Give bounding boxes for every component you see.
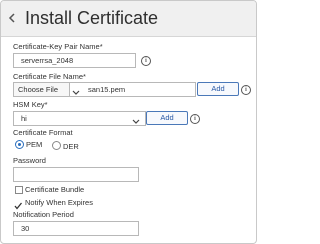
file-name-label: Certificate File Name*	[13, 72, 86, 81]
hsm-key-label: HSM Key*	[13, 100, 48, 109]
page-title: Install Certificate	[25, 8, 159, 28]
pem-label: PEM	[26, 140, 43, 149]
hsm-key-value: hi	[21, 114, 27, 123]
notify-checkmark-icon[interactable]	[14, 197, 23, 210]
hsm-info-icon[interactable]: i	[190, 114, 200, 124]
keypair-name-label: Certificate-Key Pair Name*	[13, 42, 103, 51]
pem-radio-dot	[18, 143, 21, 146]
back-chevron-icon[interactable]	[5, 11, 19, 25]
add-file-button[interactable]: Add	[197, 82, 239, 96]
add-file-label: Add	[211, 84, 225, 93]
notification-period-label: Notification Period	[13, 210, 74, 219]
password-input[interactable]	[13, 167, 139, 182]
notify-label: Notify When Expires	[25, 198, 93, 207]
choose-file-button[interactable]: Choose File	[14, 83, 70, 96]
dialog-header: Install Certificate	[1, 1, 256, 37]
der-label: DER	[63, 142, 79, 151]
password-label: Password	[13, 156, 46, 165]
hsm-chevron-down-icon	[132, 116, 140, 124]
keypair-info-icon[interactable]: i	[141, 56, 151, 66]
add-hsm-button[interactable]: Add	[146, 111, 188, 125]
notification-period-input[interactable]: 30	[13, 221, 139, 236]
pem-radio[interactable]	[15, 140, 24, 149]
keypair-name-value: serverrsa_2048	[21, 56, 74, 65]
file-info-icon[interactable]: i	[241, 85, 251, 95]
keypair-name-input[interactable]: serverrsa_2048	[13, 53, 136, 68]
install-certificate-dialog: Install Certificate Certificate-Key Pair…	[0, 0, 257, 244]
cert-format-label: Certificate Format	[13, 128, 73, 137]
file-dropdown-chevron-icon[interactable]	[72, 87, 80, 95]
cert-bundle-label: Certificate Bundle	[25, 185, 85, 194]
notification-period-value: 30	[21, 224, 30, 233]
file-name-value: san15.pem	[88, 85, 126, 94]
der-radio[interactable]	[52, 141, 61, 150]
add-hsm-label: Add	[160, 113, 174, 122]
cert-bundle-checkbox[interactable]	[15, 186, 23, 194]
choose-file-label: Choose File	[18, 85, 59, 94]
file-name-input[interactable]: Choose File san15.pem	[13, 82, 196, 97]
hsm-key-select[interactable]: hi	[13, 111, 146, 126]
